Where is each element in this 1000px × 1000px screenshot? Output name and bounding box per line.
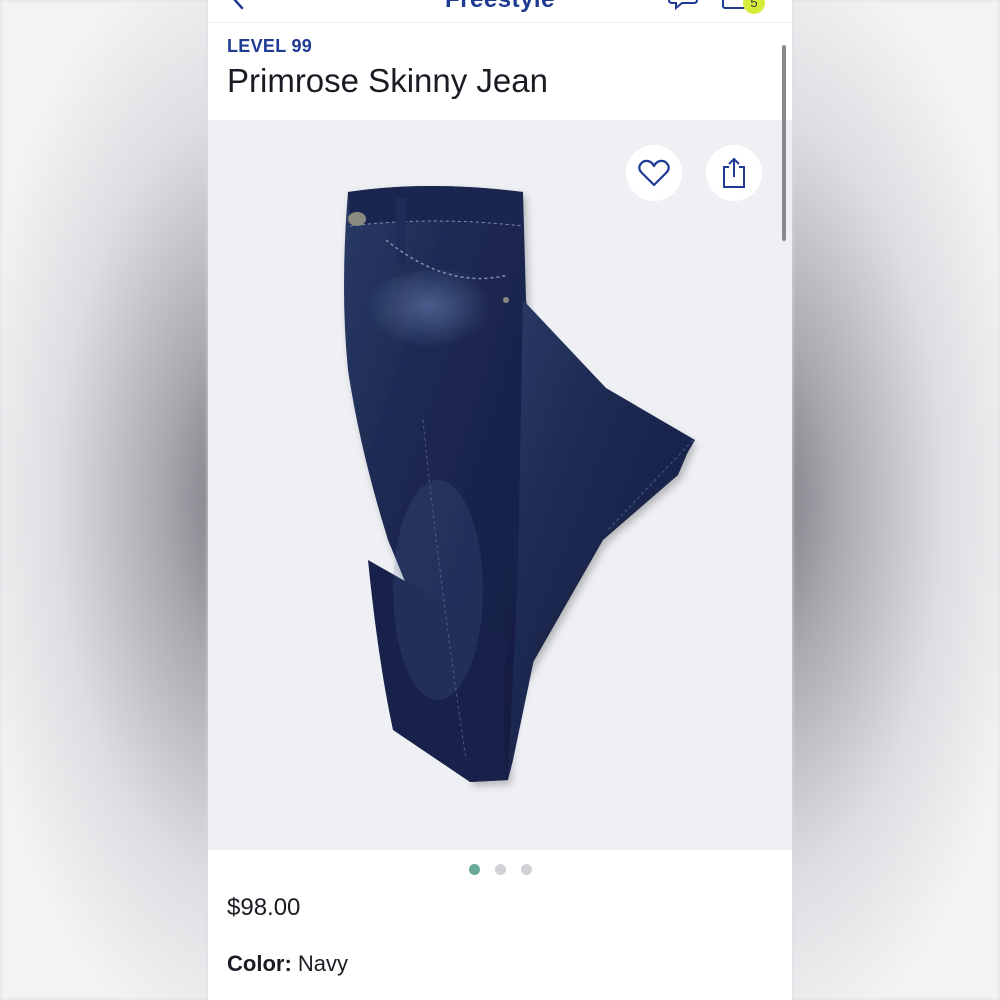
jeans-product-image [344,186,695,782]
heart-icon [638,159,670,187]
color-label: Color: [227,951,292,976]
carousel-dot-2[interactable] [495,864,506,875]
color-value: Navy [297,951,349,976]
carousel-dot-3[interactable] [521,864,532,875]
app-screen: Freestyle 5 LEVEL 99 Primrose Skinny Jea… [208,0,792,1000]
favorite-button[interactable] [626,145,682,201]
background-blur-left [0,0,208,1000]
color-selector: Color: Navy [227,951,348,977]
carousel-dot-1[interactable] [469,864,480,875]
chat-bubbles-icon[interactable] [668,0,702,10]
carousel-indicator [208,864,792,876]
product-price: $98.00 [227,894,301,921]
share-button[interactable] [706,145,762,201]
app-title: Freestyle [208,0,792,14]
product-title: Primrose Skinny Jean [227,62,548,99]
top-nav-bar: Freestyle 5 [208,0,792,23]
product-brand[interactable]: LEVEL 99 [227,36,312,57]
scrollbar[interactable] [782,45,786,241]
background-blur-right [792,0,1000,1000]
product-image-carousel[interactable] [208,120,792,850]
share-icon [723,157,745,188]
